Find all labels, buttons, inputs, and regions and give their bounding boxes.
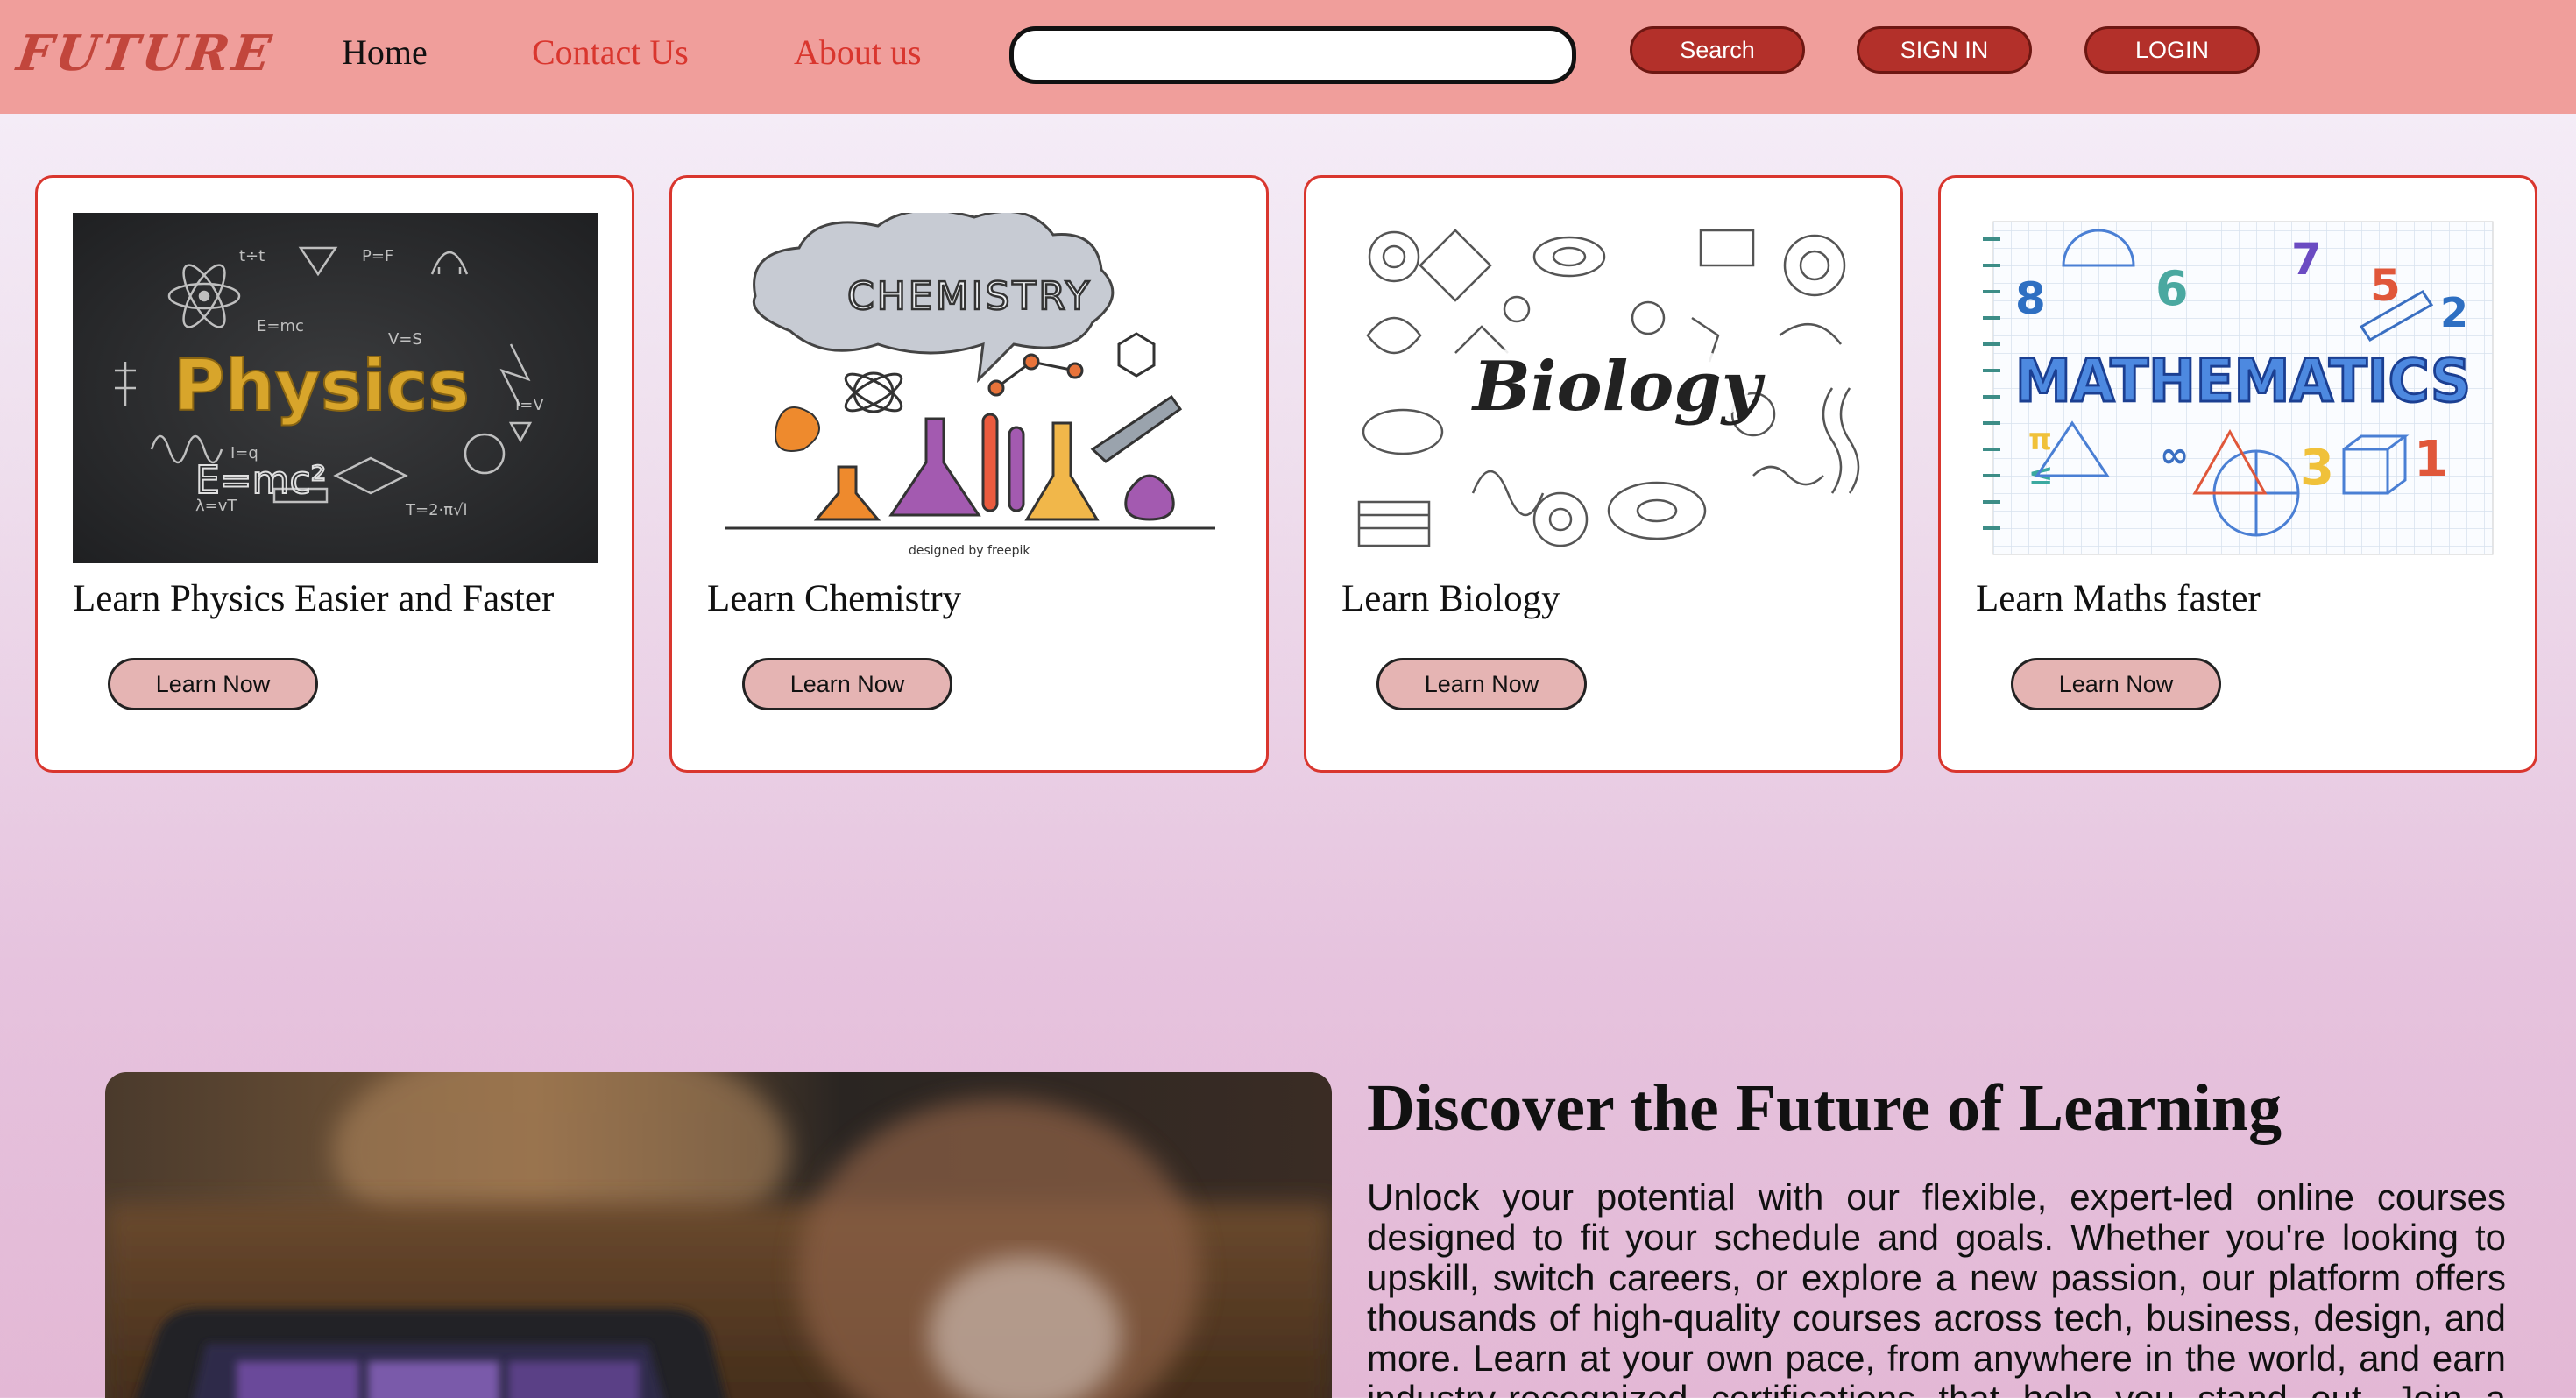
card-title-biology: Learn Biology <box>1341 578 1560 619</box>
maths-image: 8 6 7 5 2 3 1 ∞ π ≤ MATHEMATICS <box>1976 213 2502 563</box>
sign-in-button[interactable]: SIGN IN <box>1857 26 2032 74</box>
svg-text:7: 7 <box>2291 234 2322 285</box>
biology-image: Biology <box>1341 213 1867 563</box>
learn-now-button-chemistry[interactable]: Learn Now <box>742 658 952 710</box>
discover-heading: Discover the Future of Learning <box>1367 1071 2282 1145</box>
laptop-photo <box>105 1072 1332 1398</box>
learn-now-button-physics[interactable]: Learn Now <box>108 658 318 710</box>
svg-text:8: 8 <box>2015 273 2046 324</box>
card-title-chemistry: Learn Chemistry <box>707 578 962 619</box>
chemistry-word: CHEMISTRY <box>847 274 1092 319</box>
svg-text:1: 1 <box>2414 431 2448 488</box>
svg-text:T=2·π√l: T=2·π√l <box>405 501 468 519</box>
navbar: FUTURE Home Contact Us About us Search S… <box>0 0 2576 114</box>
search-button[interactable]: Search <box>1630 26 1805 74</box>
search-input[interactable] <box>1009 26 1576 84</box>
learn-now-button-biology[interactable]: Learn Now <box>1376 658 1587 710</box>
physics-image: t÷t P=F E=mc V=S I=V I=q T=2·π√l λ=vT E=… <box>73 213 598 563</box>
svg-text:π: π <box>2028 422 2052 457</box>
course-card-maths: 8 6 7 5 2 3 1 ∞ π ≤ MATHEMATICS Learn Ma… <box>1938 175 2537 773</box>
svg-text:5: 5 <box>2370 260 2401 311</box>
svg-text:E=mc²: E=mc² <box>195 458 326 503</box>
course-card-physics: t÷t P=F E=mc V=S I=V I=q T=2·π√l λ=vT E=… <box>35 175 634 773</box>
svg-text:6: 6 <box>2155 261 2189 316</box>
svg-text:I=V: I=V <box>515 396 544 414</box>
chemistry-image: CHEMISTRY designed by freepik <box>707 213 1233 563</box>
svg-text:t÷t: t÷t <box>239 247 265 265</box>
svg-text:E=mc: E=mc <box>257 317 304 335</box>
learn-now-button-maths[interactable]: Learn Now <box>2011 658 2221 710</box>
svg-text:2: 2 <box>2440 289 2468 336</box>
svg-text:∞: ∞ <box>2160 435 2189 476</box>
card-title-maths: Learn Maths faster <box>1976 578 2261 619</box>
login-button[interactable]: LOGIN <box>2084 26 2260 74</box>
nav-link-about[interactable]: About us <box>794 32 922 73</box>
site-logo[interactable]: FUTURE <box>13 25 278 82</box>
discover-paragraph: Unlock your potential with our flexible,… <box>1367 1176 2506 1398</box>
svg-text:3: 3 <box>2300 440 2334 497</box>
physics-word: Physics <box>173 345 470 427</box>
svg-text:P=F: P=F <box>362 247 393 265</box>
freepik-credit: designed by freepik <box>909 544 1030 558</box>
nav-link-home[interactable]: Home <box>342 32 428 73</box>
maths-word: MATHEMATICS <box>2015 347 2471 416</box>
course-card-biology: Biology Learn Biology Learn Now <box>1304 175 1903 773</box>
nav-link-contact[interactable]: Contact Us <box>532 32 689 73</box>
biology-word: Biology <box>1471 347 1766 427</box>
card-title-physics: Learn Physics Easier and Faster <box>73 578 555 619</box>
course-card-chemistry: CHEMISTRY designed by freepik Learn Chem… <box>669 175 1269 773</box>
